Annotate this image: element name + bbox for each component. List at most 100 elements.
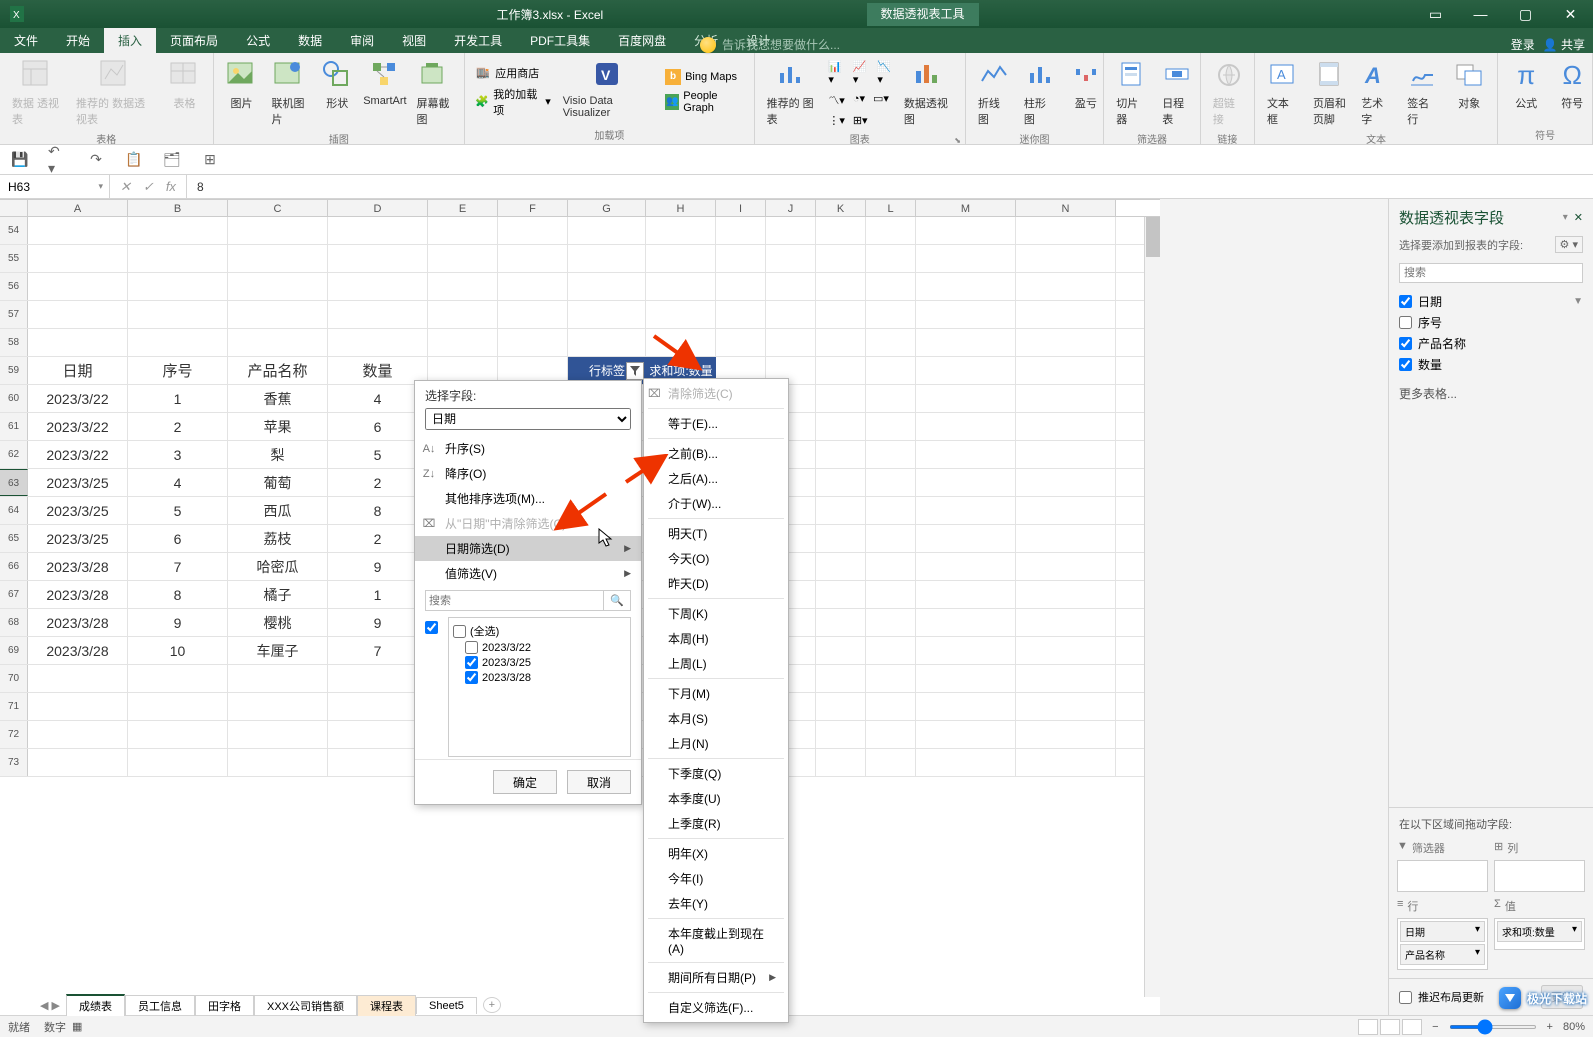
- sheet-tab[interactable]: 成绩表: [66, 994, 125, 1016]
- chart-type-icon[interactable]: ◔▾: [853, 92, 865, 108]
- row-header[interactable]: 70: [0, 665, 28, 692]
- view-buttons[interactable]: [1358, 1019, 1422, 1035]
- cell[interactable]: [1016, 217, 1116, 244]
- chart-type-icon[interactable]: 〽▾: [828, 92, 845, 108]
- cell[interactable]: 日期: [28, 357, 128, 384]
- cell[interactable]: [646, 245, 716, 272]
- cell[interactable]: [498, 245, 568, 272]
- cell[interactable]: [646, 301, 716, 328]
- formula-bar[interactable]: 8: [186, 175, 204, 198]
- cell[interactable]: [1016, 609, 1116, 636]
- textbox-button[interactable]: A文本框: [1263, 57, 1303, 129]
- people-graph-button[interactable]: 👥People Graph: [663, 89, 746, 115]
- sparkline-winloss-button[interactable]: 盈亏: [1066, 57, 1106, 129]
- cell[interactable]: [816, 665, 866, 692]
- cell[interactable]: [128, 693, 228, 720]
- cell[interactable]: [816, 553, 866, 580]
- cell[interactable]: 1: [128, 385, 228, 412]
- fx-icon[interactable]: fx: [166, 179, 176, 195]
- cell[interactable]: [1016, 637, 1116, 664]
- sheet-tab[interactable]: Sheet5: [416, 997, 477, 1014]
- cell[interactable]: 9: [328, 553, 428, 580]
- field-seq[interactable]: 序号: [1399, 312, 1583, 333]
- cell[interactable]: 序号: [128, 357, 228, 384]
- cell[interactable]: [916, 469, 1016, 496]
- cell[interactable]: [766, 273, 816, 300]
- this-year-item[interactable]: 今年(I): [644, 866, 788, 891]
- search-icon[interactable]: 🔍: [604, 590, 631, 611]
- row-header[interactable]: 54: [0, 217, 28, 244]
- cell[interactable]: [1016, 525, 1116, 552]
- sort-desc[interactable]: Z↓降序(O): [415, 461, 641, 486]
- row-header[interactable]: 62: [0, 441, 28, 468]
- field-search-input[interactable]: [1399, 263, 1583, 283]
- cell[interactable]: [916, 357, 1016, 384]
- yesterday-item[interactable]: 昨天(D): [644, 571, 788, 596]
- cell[interactable]: [1016, 581, 1116, 608]
- close-button[interactable]: ✕: [1548, 0, 1593, 28]
- cell[interactable]: 6: [128, 525, 228, 552]
- cell[interactable]: [716, 273, 766, 300]
- row-header[interactable]: 67: [0, 581, 28, 608]
- cell[interactable]: [866, 497, 916, 524]
- zoom-in[interactable]: +: [1547, 1021, 1553, 1033]
- filters-zone[interactable]: ▼ 筛选器: [1397, 840, 1488, 892]
- column-header[interactable]: N: [1016, 200, 1116, 216]
- cell[interactable]: [766, 245, 816, 272]
- chart-type-icon[interactable]: ⋮▾: [828, 114, 845, 127]
- minimize-button[interactable]: —: [1458, 0, 1503, 28]
- last-week-item[interactable]: 上周(L): [644, 651, 788, 676]
- column-header[interactable]: C: [228, 200, 328, 216]
- cell[interactable]: [816, 245, 866, 272]
- cell[interactable]: [28, 301, 128, 328]
- wordart-button[interactable]: A艺术字: [1357, 57, 1397, 129]
- pictures-button[interactable]: 图片: [222, 57, 262, 129]
- cell[interactable]: [498, 217, 568, 244]
- cell[interactable]: 3: [128, 441, 228, 468]
- cell[interactable]: [816, 329, 866, 356]
- cell[interactable]: [128, 245, 228, 272]
- all-dates-item[interactable]: 期间所有日期(P)▶: [644, 965, 788, 990]
- cell[interactable]: 2: [328, 469, 428, 496]
- tab-page-layout[interactable]: 页面布局: [156, 28, 232, 53]
- row-header[interactable]: 61: [0, 413, 28, 440]
- store-button[interactable]: 🏬应用商店: [473, 64, 553, 82]
- cell[interactable]: 车厘子: [228, 637, 328, 664]
- this-q-item[interactable]: 本季度(U): [644, 786, 788, 811]
- cell[interactable]: [916, 301, 1016, 328]
- cell[interactable]: [428, 245, 498, 272]
- cell[interactable]: 9: [128, 609, 228, 636]
- cell[interactable]: [646, 329, 716, 356]
- after-item[interactable]: 之后(A)...: [644, 466, 788, 491]
- cell[interactable]: [228, 721, 328, 748]
- cell[interactable]: [568, 273, 646, 300]
- cell[interactable]: [916, 273, 1016, 300]
- cell[interactable]: [646, 273, 716, 300]
- zoom-out[interactable]: −: [1432, 1021, 1438, 1033]
- cell[interactable]: [866, 245, 916, 272]
- cell[interactable]: 2023/3/25: [28, 525, 128, 552]
- column-header[interactable]: J: [766, 200, 816, 216]
- cell[interactable]: [916, 525, 1016, 552]
- date-filter[interactable]: 日期筛选(D)▶: [415, 536, 641, 561]
- cell[interactable]: [866, 637, 916, 664]
- cell[interactable]: [228, 665, 328, 692]
- cell[interactable]: [28, 665, 128, 692]
- cell[interactable]: 西瓜: [228, 497, 328, 524]
- restore-button[interactable]: ▢: [1503, 0, 1548, 28]
- symbol-button[interactable]: Ω符号: [1552, 57, 1592, 125]
- row-header[interactable]: 71: [0, 693, 28, 720]
- cell[interactable]: [1016, 553, 1116, 580]
- cell[interactable]: 香蕉: [228, 385, 328, 412]
- cell[interactable]: [766, 329, 816, 356]
- cell[interactable]: [816, 357, 866, 384]
- zoom-level[interactable]: 80%: [1563, 1021, 1585, 1033]
- rec-charts-button[interactable]: 推荐的 图表: [763, 57, 823, 129]
- cell[interactable]: 2023/3/28: [28, 637, 128, 664]
- enter-icon[interactable]: ✓: [143, 179, 154, 195]
- header-footer-button[interactable]: 页眉和页脚: [1309, 57, 1351, 129]
- online-pictures-button[interactable]: 联机图片: [268, 57, 312, 129]
- select-all-corner[interactable]: [0, 200, 28, 216]
- cell[interactable]: 7: [328, 637, 428, 664]
- cell[interactable]: [328, 217, 428, 244]
